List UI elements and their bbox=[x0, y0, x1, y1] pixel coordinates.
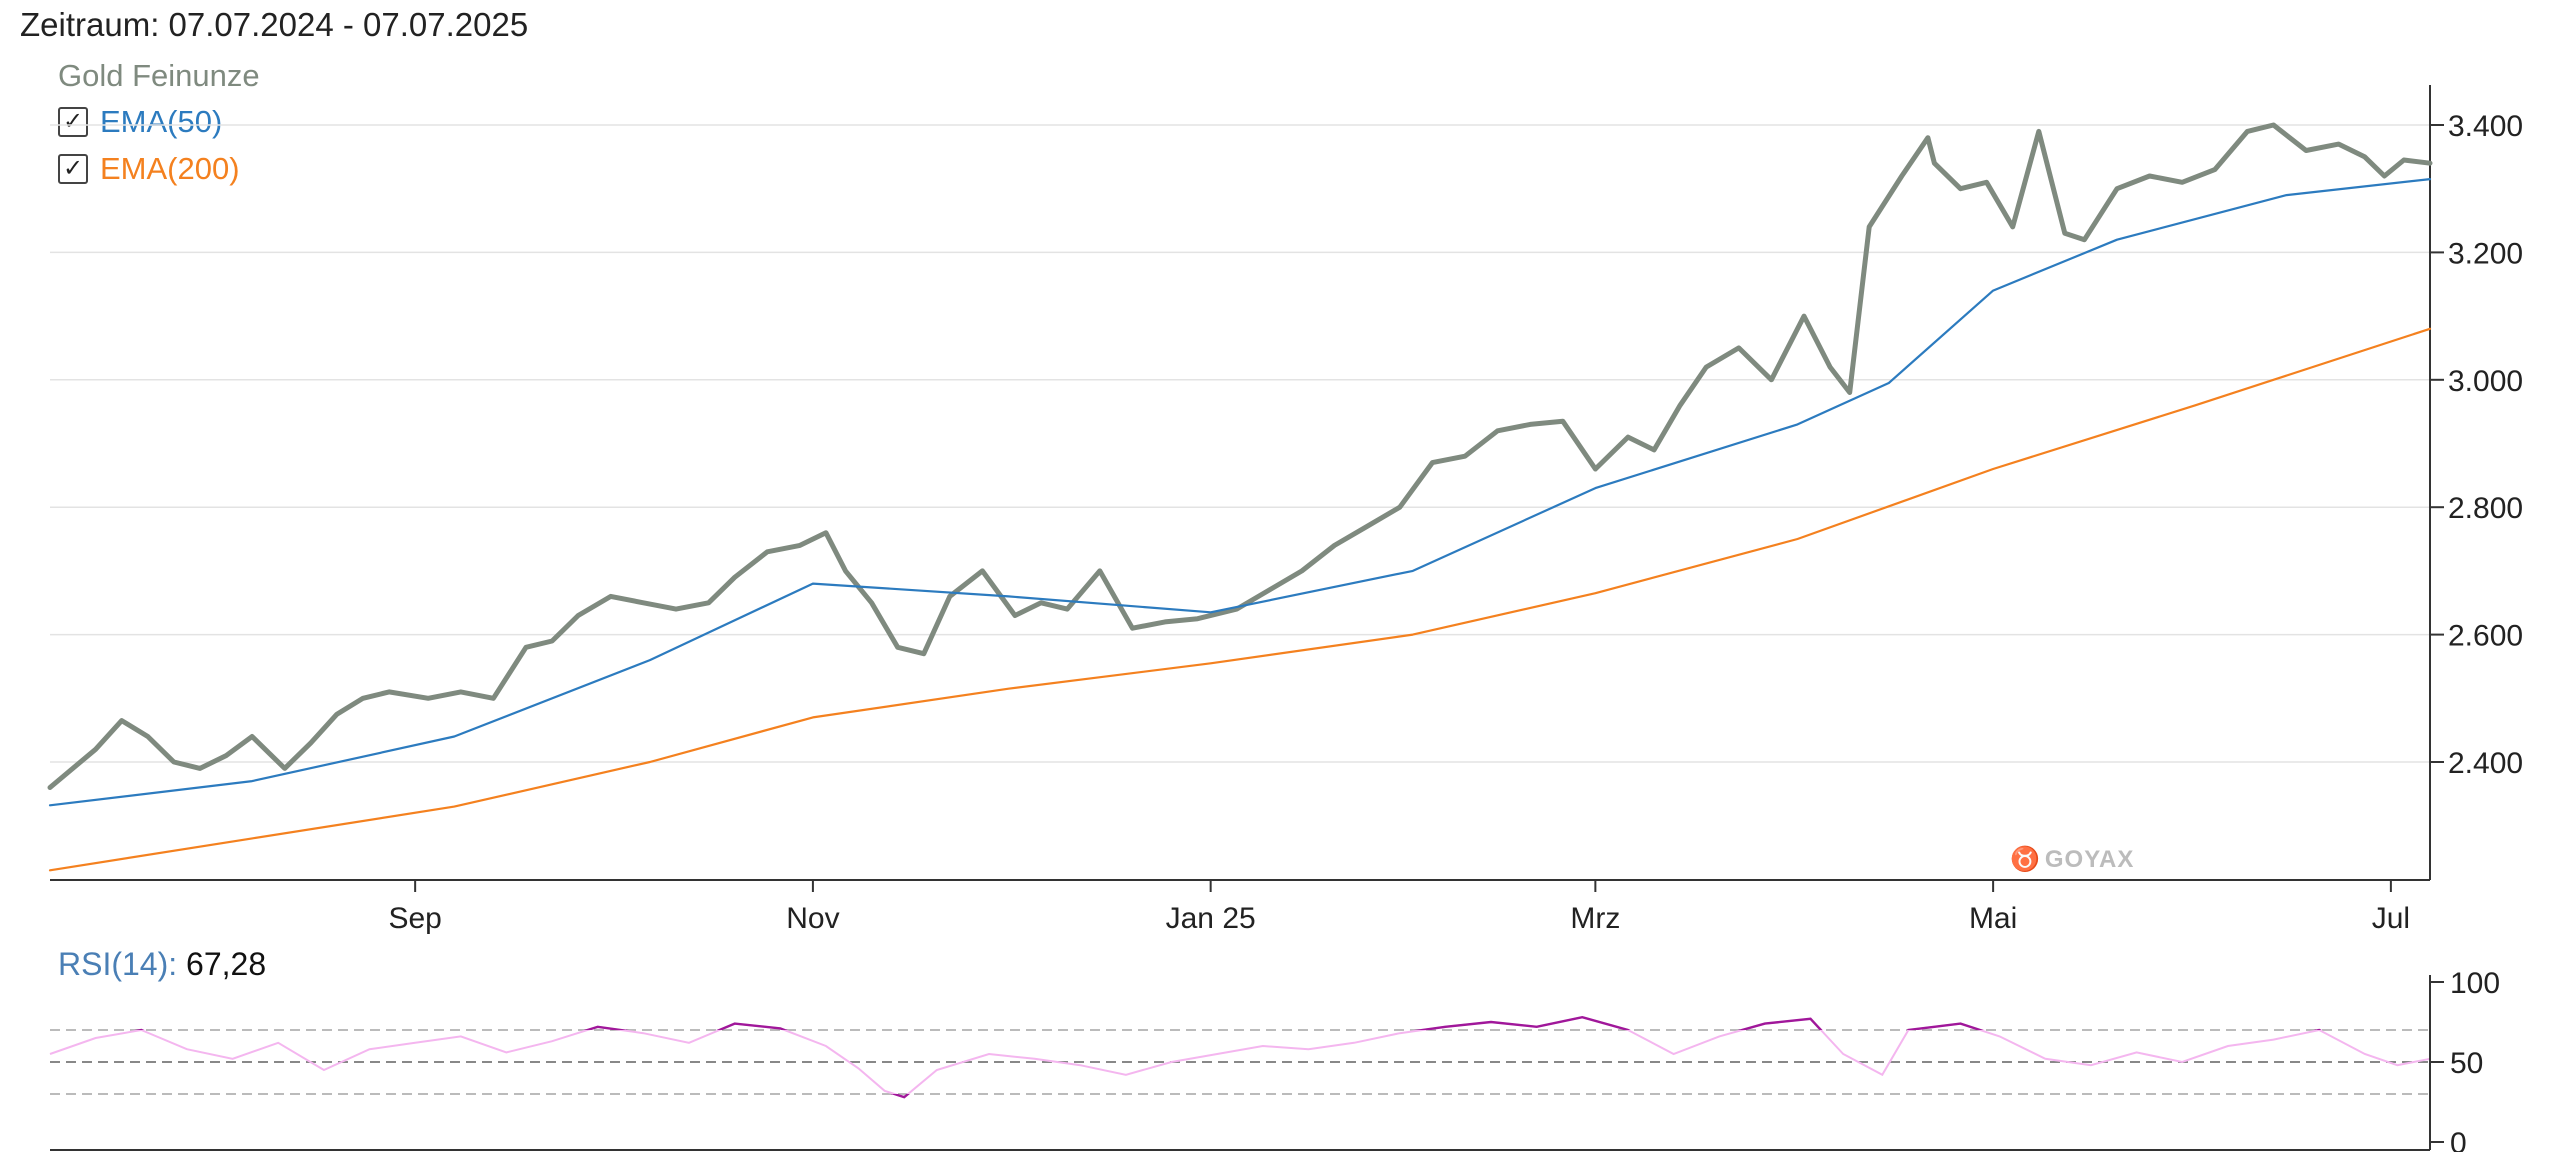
y-tick-label: 3.000 bbox=[2448, 365, 2523, 398]
x-tick-label: Nov bbox=[786, 902, 839, 935]
rsi-axes: 100 50 0 bbox=[50, 967, 2500, 1152]
rsi-y-tick-label: 0 bbox=[2450, 1127, 2467, 1152]
x-tick-label: Mrz bbox=[1570, 902, 1620, 935]
x-tick-label: Sep bbox=[388, 902, 441, 935]
ema50-line bbox=[48, 178, 2432, 807]
main-series bbox=[47, 122, 2433, 872]
price-chart: 2.400 2.600 2.800 3.000 3.200 3.400 Sep Nov Jan … bbox=[47, 85, 2523, 1152]
ema200-line bbox=[48, 327, 2432, 872]
main-axes: 2.400 2.600 2.800 3.000 3.200 3.400 Sep Nov Jan … bbox=[50, 85, 2523, 935]
rsi-y-tick-label: 100 bbox=[2450, 967, 2500, 1000]
price-line bbox=[47, 122, 2433, 790]
y-tick-label: 2.800 bbox=[2448, 492, 2523, 525]
rsi-y-tick-label: 50 bbox=[2450, 1047, 2483, 1080]
x-tick-label: Jul bbox=[2372, 902, 2410, 935]
y-tick-label: 2.600 bbox=[2448, 620, 2523, 653]
x-tick-label: Jan 25 bbox=[1166, 902, 1256, 935]
x-tick-label: Mai bbox=[1969, 902, 2017, 935]
y-tick-label: 2.400 bbox=[2448, 747, 2523, 780]
y-tick-label: 3.400 bbox=[2448, 110, 2523, 143]
y-tick-label: 3.200 bbox=[2448, 237, 2523, 270]
